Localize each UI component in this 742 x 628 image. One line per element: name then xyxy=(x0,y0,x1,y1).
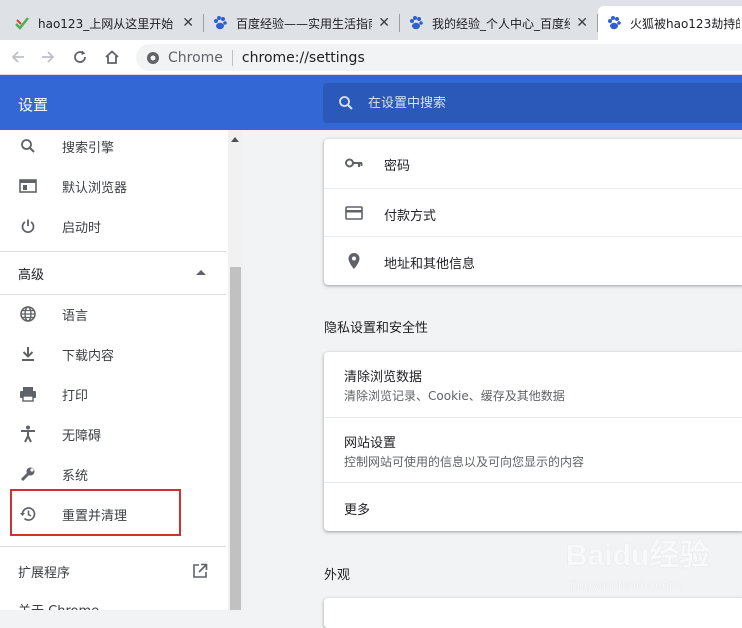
more-row[interactable]: 更多 xyxy=(324,482,742,531)
browser-toolbar: Chrome chrome://settings xyxy=(0,40,742,75)
watermark-brand: Baidu经验 xyxy=(566,539,710,572)
autofill-card: 密码 付款方式 地址和其他信息 xyxy=(324,139,742,285)
row-label: 密码 xyxy=(384,159,411,174)
section-title-privacy: 隐私设置和安全性 xyxy=(324,321,429,336)
home-button[interactable] xyxy=(100,45,124,69)
sidebar-item-label: 搜索引擎 xyxy=(62,140,115,156)
payment-methods-row[interactable]: 付款方式 xyxy=(324,188,742,236)
tab-title: 火狐被hao123劫持的解决 xyxy=(630,16,740,31)
sidebar-item-label: 扩展程序 xyxy=(18,565,71,581)
row-title: 网站设置 xyxy=(344,436,397,451)
search-icon xyxy=(339,96,353,110)
sidebar-item-about-chrome[interactable]: 关于 Chrome xyxy=(0,589,226,611)
scroll-up-arrow-icon[interactable] xyxy=(231,137,239,142)
search-input[interactable] xyxy=(368,95,688,111)
scrollbar-thumb[interactable] xyxy=(230,267,241,610)
settings-header: 设置 xyxy=(0,75,742,130)
sidebar-item-system[interactable]: 系统 xyxy=(0,454,226,494)
search-icon xyxy=(18,136,38,156)
page-title: 设置 xyxy=(18,96,49,114)
row-title: 清除浏览数据 xyxy=(344,370,423,385)
privacy-card: 清除浏览数据 清除浏览记录、Cookie、缓存及其他数据 网站设置 控制网站可使… xyxy=(324,352,742,531)
tab-title: 我的经验_个人中心_百度经验 xyxy=(432,16,571,31)
sidebar-item-languages[interactable]: 语言 xyxy=(0,294,226,334)
section-title-appearance: 外观 xyxy=(324,568,351,583)
highlight-box xyxy=(10,489,181,536)
row-title: 更多 xyxy=(344,503,371,518)
sidebar-item-label: 下载内容 xyxy=(62,348,115,364)
location-pin-icon xyxy=(344,251,364,271)
reload-button[interactable] xyxy=(68,45,92,69)
advanced-label: 高级 xyxy=(18,267,45,283)
clear-browsing-data-row[interactable]: 清除浏览数据 清除浏览记录、Cookie、缓存及其他数据 xyxy=(324,352,742,417)
row-subtitle: 清除浏览记录、Cookie、缓存及其他数据 xyxy=(344,389,565,403)
omnibox-chip: Chrome xyxy=(168,49,223,66)
arrow-right-icon xyxy=(42,51,55,63)
sidebar-item-printing[interactable]: 打印 xyxy=(0,374,226,414)
sidebar-item-accessibility[interactable]: 无障碍 xyxy=(0,414,226,454)
tab-hao123[interactable]: hao123_上网从这里开始 ✕ xyxy=(6,6,202,40)
browser-window-icon xyxy=(18,176,38,196)
settings-search[interactable] xyxy=(323,83,742,123)
forward-button[interactable] xyxy=(36,45,60,69)
wrench-icon xyxy=(18,464,38,484)
sidebar-item-label: 打印 xyxy=(62,388,89,404)
addresses-row[interactable]: 地址和其他信息 xyxy=(324,236,742,285)
sidebar-item-label: 关于 Chrome xyxy=(18,600,99,611)
passwords-row[interactable]: 密码 xyxy=(324,139,742,188)
sidebar-item-search-engine[interactable]: 搜索引擎 xyxy=(0,130,226,166)
arrow-left-icon xyxy=(11,51,24,63)
sidebar-item-label: 语言 xyxy=(62,308,89,324)
row-label: 付款方式 xyxy=(384,209,437,224)
row-label: 地址和其他信息 xyxy=(384,257,476,272)
download-icon xyxy=(18,344,38,364)
reload-icon xyxy=(74,50,86,63)
hao123-icon xyxy=(14,15,30,31)
omnibox-separator xyxy=(231,49,233,66)
printer-icon xyxy=(18,384,38,404)
sidebar-item-default-browser[interactable]: 默认浏览器 xyxy=(0,166,226,206)
home-icon xyxy=(105,50,119,64)
sidebar-item-label: 系统 xyxy=(62,468,89,484)
sidebar-item-extensions[interactable]: 扩展程序 xyxy=(0,551,226,591)
sidebar-advanced-toggle[interactable]: 高级 xyxy=(0,251,226,295)
watermark-url: jingyan.baidu.com xyxy=(570,578,681,592)
close-icon[interactable]: ✕ xyxy=(378,15,390,31)
tab-my-jingyan[interactable]: 我的经验_个人中心_百度经验 ✕ xyxy=(400,6,596,40)
row-subtitle: 控制网站可使用的信息以及可向您显示的内容 xyxy=(344,455,585,469)
accessibility-icon xyxy=(18,424,38,444)
sidebar-item-downloads[interactable]: 下载内容 xyxy=(0,334,226,374)
chrome-icon xyxy=(147,51,159,64)
site-settings-row[interactable]: 网站设置 控制网站可使用的信息以及可向您显示的内容 xyxy=(324,417,742,482)
tab-firefox-hijack[interactable]: 火狐被hao123劫持的解决 xyxy=(598,6,742,40)
caret-up-icon xyxy=(196,270,206,275)
baidu-paw-icon xyxy=(606,15,622,31)
baidu-paw-icon xyxy=(408,15,424,31)
back-button[interactable] xyxy=(6,45,30,69)
sidebar-item-label: 默认浏览器 xyxy=(62,180,128,196)
tab-baidu-jingyan[interactable]: 百度经验——实用生活指南 ✕ xyxy=(204,6,398,40)
key-icon xyxy=(344,153,364,173)
credit-card-icon xyxy=(344,203,364,223)
close-icon[interactable]: ✕ xyxy=(576,15,588,31)
baidu-watermark: Baidu经验 jingyan.baidu.com xyxy=(566,530,736,602)
address-bar[interactable]: Chrome chrome://settings xyxy=(136,44,742,71)
open-in-new-icon xyxy=(190,561,210,581)
sidebar-item-label: 启动时 xyxy=(62,220,102,236)
appearance-card xyxy=(324,598,742,628)
sidebar-item-on-startup[interactable]: 启动时 xyxy=(0,206,226,246)
globe-icon xyxy=(18,304,38,324)
tab-title: hao123_上网从这里开始 xyxy=(38,16,174,31)
close-icon[interactable]: ✕ xyxy=(182,15,194,31)
baidu-paw-icon xyxy=(212,15,228,31)
sidebar-divider xyxy=(0,546,226,547)
omnibox-url: chrome://settings xyxy=(241,49,365,66)
settings-sidebar: 搜索引擎 默认浏览器 启动时 高级 语言 下载内容 打印 无障碍 系统 重置并清… xyxy=(0,130,243,610)
tab-title: 百度经验——实用生活指南 xyxy=(236,16,373,31)
tab-strip: hao123_上网从这里开始 ✕ 百度经验——实用生活指南 ✕ 我的经验_个人中… xyxy=(0,0,742,40)
power-icon xyxy=(18,216,38,236)
sidebar-item-label: 无障碍 xyxy=(62,428,102,444)
